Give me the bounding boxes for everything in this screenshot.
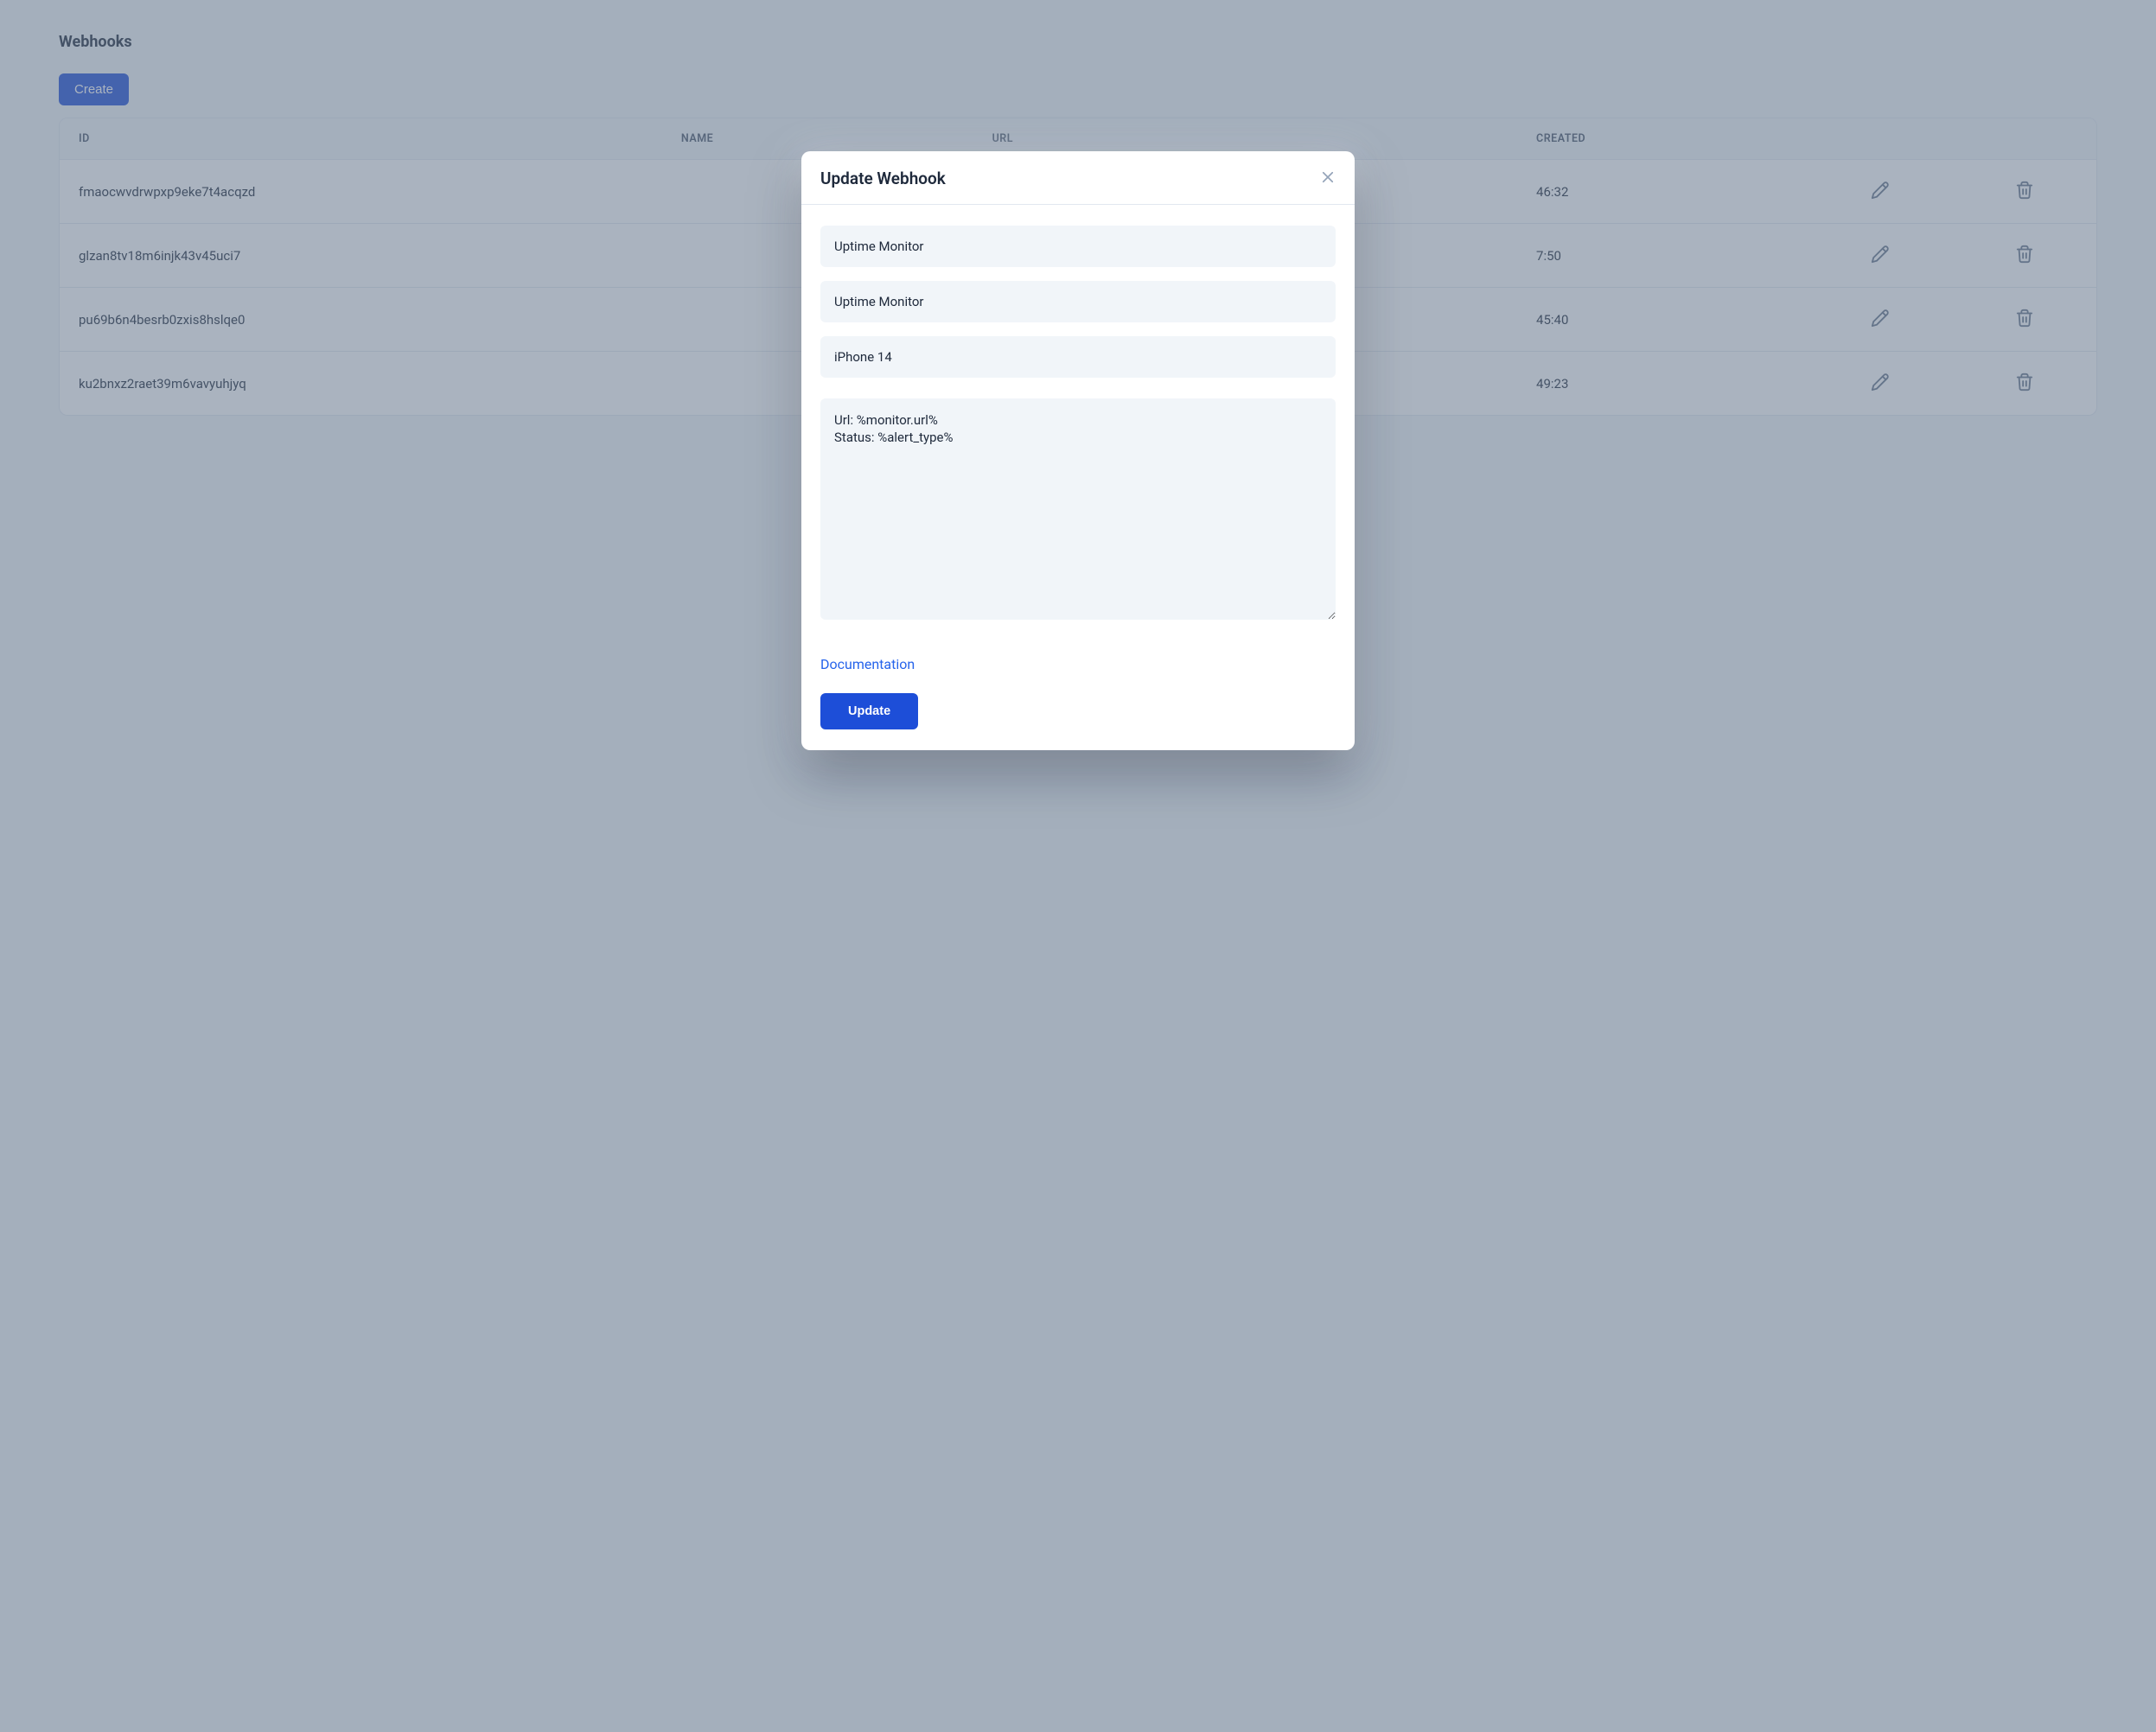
close-icon [1320, 169, 1336, 185]
close-button[interactable] [1320, 169, 1336, 188]
webhook-name-input[interactable] [820, 226, 1336, 267]
documentation-link[interactable]: Documentation [820, 656, 915, 672]
webhook-device-input[interactable] [820, 336, 1336, 378]
modal-overlay: Update Webhook Documentation Update [0, 0, 2156, 1732]
webhook-source-input[interactable] [820, 281, 1336, 322]
webhook-body-textarea[interactable] [820, 398, 1336, 620]
update-button[interactable]: Update [820, 693, 918, 729]
update-webhook-modal: Update Webhook Documentation Update [801, 151, 1355, 750]
modal-title: Update Webhook [820, 169, 946, 188]
